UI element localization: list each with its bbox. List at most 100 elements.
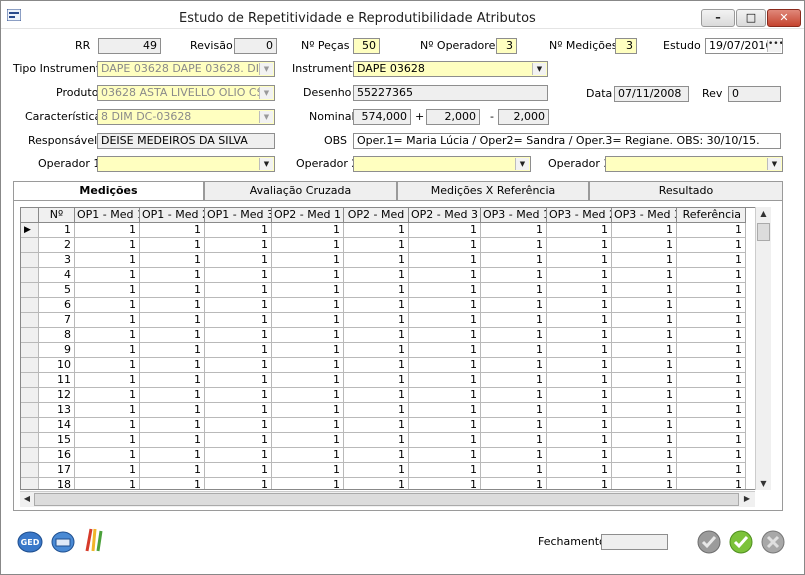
operador1-select[interactable]: ▼	[97, 156, 275, 172]
grid-cell[interactable]: 1	[140, 448, 205, 463]
grid-cell[interactable]: 1	[75, 403, 140, 418]
grid-cell[interactable]: 1	[547, 388, 612, 403]
grid-cell[interactable]: 1	[344, 478, 409, 489]
grid-cell[interactable]: 1	[75, 343, 140, 358]
table-row[interactable]: 11 1 1 1 1 1 1 1 1 1 1	[21, 373, 769, 388]
grid-cell[interactable]: 1	[547, 373, 612, 388]
grid-cell[interactable]: 1	[547, 223, 612, 238]
horizontal-scrollbar[interactable]: ◀ ▶	[20, 491, 755, 507]
grid-cell[interactable]: 1	[409, 463, 481, 478]
row-indicator[interactable]	[21, 418, 39, 433]
table-row[interactable]: 91111111111	[21, 343, 769, 358]
grid-cell[interactable]: 1	[205, 268, 272, 283]
grid-cell[interactable]: 1	[140, 463, 205, 478]
grid-cell[interactable]: 1	[272, 403, 344, 418]
grid-cell[interactable]: 1	[481, 478, 547, 489]
grid-cell[interactable]: 1	[409, 253, 481, 268]
grid-cell[interactable]: 1	[677, 253, 746, 268]
grid-cell[interactable]: 1	[344, 238, 409, 253]
grid-cell[interactable]: 1	[481, 358, 547, 373]
grid-cell[interactable]: 1	[677, 403, 746, 418]
grid-cell[interactable]: 1	[140, 283, 205, 298]
column-header[interactable]: OP3 - Med 2	[547, 208, 612, 223]
grid-cell[interactable]: 1	[677, 463, 746, 478]
tab-avaliacao-cruzada[interactable]: Avaliação Cruzada	[204, 181, 397, 201]
vertical-scroll-thumb[interactable]	[757, 223, 770, 241]
grid-cell[interactable]: 1	[409, 358, 481, 373]
vertical-scrollbar[interactable]: ▲ ▼	[755, 207, 771, 490]
table-row[interactable]: 81111111111	[21, 328, 769, 343]
column-header[interactable]: OP2 - Med	[344, 208, 409, 223]
row-indicator[interactable]	[21, 343, 39, 358]
grid-cell[interactable]: 1	[75, 268, 140, 283]
row-indicator[interactable]	[21, 313, 39, 328]
grid-cell[interactable]: 1	[481, 283, 547, 298]
grid-cell[interactable]: 1	[140, 418, 205, 433]
column-header[interactable]: OP3 - Med 3	[612, 208, 677, 223]
grid-cell[interactable]: 1	[409, 418, 481, 433]
grid-cell[interactable]: 1	[205, 433, 272, 448]
obs-field[interactable]: Oper.1= Maria Lúcia / Oper2= Sandra / Op…	[353, 133, 781, 149]
grid-cell[interactable]: 1	[409, 283, 481, 298]
grid-cell[interactable]: 1	[272, 388, 344, 403]
operador3-select[interactable]: ▼	[605, 156, 783, 172]
table-row[interactable]: 10 1 1 1 1 1 1 1 1 1 1	[21, 358, 769, 373]
row-indicator[interactable]	[21, 358, 39, 373]
grid-cell[interactable]: 1	[140, 373, 205, 388]
grid-cell[interactable]: 1	[272, 268, 344, 283]
grid-cell[interactable]: 1	[677, 343, 746, 358]
grid-cell[interactable]: 1	[205, 478, 272, 489]
grid-cell[interactable]: 1	[547, 328, 612, 343]
tab-medicoes-x-referencia[interactable]: Medições X Referência	[397, 181, 589, 201]
grid-cell[interactable]: 1	[75, 298, 140, 313]
grid-cell[interactable]: 1	[205, 448, 272, 463]
row-indicator[interactable]	[21, 328, 39, 343]
grid-cell[interactable]: 1	[344, 298, 409, 313]
column-header[interactable]: OP1 - Med 2	[140, 208, 205, 223]
grid-cell[interactable]: 1	[409, 373, 481, 388]
close-button[interactable]: ✕	[767, 9, 801, 27]
grid-cell[interactable]: 1	[272, 298, 344, 313]
grid-cell[interactable]: 1	[409, 433, 481, 448]
table-row[interactable]: 31111111111	[21, 253, 769, 268]
grid-cell[interactable]: 1	[409, 223, 481, 238]
grid-cell[interactable]: 1	[677, 328, 746, 343]
grid-cell[interactable]: 1	[481, 448, 547, 463]
grid-cell[interactable]: 1	[344, 283, 409, 298]
column-header[interactable]: Nº	[39, 208, 75, 223]
row-indicator[interactable]	[21, 388, 39, 403]
grid-cell[interactable]: 1	[344, 433, 409, 448]
grid-cell[interactable]: 1	[205, 298, 272, 313]
grid-cell[interactable]: 1	[481, 343, 547, 358]
grid-cell[interactable]: 1	[205, 343, 272, 358]
grid-cell[interactable]: 1	[272, 223, 344, 238]
grid-cell[interactable]: 1	[612, 223, 677, 238]
row-indicator[interactable]	[21, 298, 39, 313]
table-row[interactable]: 13 1 1 1 1 1 1 1 1 1 1	[21, 403, 769, 418]
column-header[interactable]: Referência	[677, 208, 746, 223]
maximize-button[interactable]: □	[736, 9, 766, 27]
grid-cell[interactable]: 1	[140, 238, 205, 253]
date-picker-icon[interactable]: •••	[767, 40, 782, 52]
grid-cell[interactable]: 1	[547, 298, 612, 313]
grid-cell[interactable]: 1	[409, 478, 481, 489]
grid-cell[interactable]: 1	[344, 358, 409, 373]
grid-cell[interactable]: 1	[344, 343, 409, 358]
grid-cell[interactable]: 1	[205, 238, 272, 253]
grid-cell[interactable]: 1	[677, 433, 746, 448]
grid-cell[interactable]: 1	[481, 223, 547, 238]
measurements-grid[interactable]: Nº OP1 - Med 1 OP1 - Med 2 OP1 - Med 3 OP2 -…	[20, 207, 770, 490]
grid-cell[interactable]: 1	[205, 463, 272, 478]
row-indicator[interactable]	[21, 448, 39, 463]
table-row[interactable]: 61111111111	[21, 298, 769, 313]
grid-cell[interactable]: 1	[481, 373, 547, 388]
scanner-icon[interactable]	[51, 531, 75, 553]
grid-cell[interactable]: 1	[140, 433, 205, 448]
grid-cell[interactable]: 1	[272, 463, 344, 478]
grid-cell[interactable]: 1	[409, 328, 481, 343]
column-header[interactable]: OP1 - Med 1	[75, 208, 140, 223]
grid-cell[interactable]: 1	[75, 313, 140, 328]
grid-cell[interactable]: 1	[481, 433, 547, 448]
medicoes-field[interactable]: 3	[615, 38, 637, 54]
grid-cell[interactable]: 1	[344, 403, 409, 418]
